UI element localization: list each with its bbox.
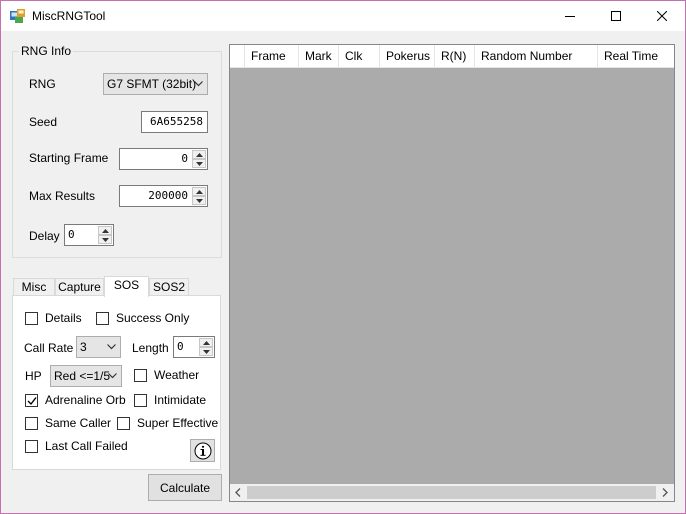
- weather-label: Weather: [154, 368, 200, 382]
- max-results-value: 200000: [148, 189, 188, 202]
- hp-label: HP: [25, 369, 42, 383]
- length-spin[interactable]: [199, 338, 213, 356]
- length-stepper[interactable]: 0: [173, 336, 215, 358]
- max-results-label: Max Results: [29, 189, 96, 203]
- close-icon: [657, 11, 667, 21]
- intimidate-label: Intimidate: [154, 393, 207, 407]
- tab-sos[interactable]: SOS: [104, 276, 149, 297]
- spin-up-button[interactable]: [192, 187, 206, 196]
- main-window: MiscRNGTool RNG Info RNG G7 SFMT (32bit)…: [0, 0, 686, 514]
- column-header[interactable]: R(N): [435, 45, 475, 68]
- row-header-column: [230, 45, 245, 68]
- app-icon: [10, 9, 25, 23]
- scroll-right-button[interactable]: [657, 484, 674, 501]
- delay-label: Delay: [29, 229, 60, 243]
- chevron-right-icon: [662, 488, 668, 497]
- chevron-down-icon: [196, 162, 203, 166]
- checkbox-box[interactable]: [25, 312, 38, 325]
- checkbox-box[interactable]: [134, 369, 147, 382]
- delay-stepper[interactable]: 0: [64, 224, 114, 246]
- chevron-up-icon: [203, 341, 210, 345]
- chevron-up-icon: [102, 229, 109, 233]
- length-value: 0: [177, 340, 184, 353]
- column-header[interactable]: Mark: [299, 45, 339, 68]
- rng-select-value: G7 SFMT (32bit): [107, 77, 197, 91]
- column-header[interactable]: Pokerus: [380, 45, 435, 68]
- rng-label: RNG: [29, 77, 56, 91]
- chevron-down-icon: [203, 350, 210, 354]
- minimize-icon: [565, 16, 575, 17]
- max-results-spin[interactable]: [192, 187, 206, 205]
- checkmark-icon: [27, 397, 37, 406]
- chevron-down-icon: [196, 199, 203, 203]
- starting-frame-spin[interactable]: [192, 150, 206, 168]
- maximize-icon: [611, 11, 621, 21]
- maximize-button[interactable]: [593, 1, 639, 31]
- column-header[interactable]: Real Time: [598, 45, 674, 68]
- minimize-button[interactable]: [547, 1, 593, 31]
- grid-header: Frame Mark Clk Pokerus R(N) Random Numbe…: [230, 45, 674, 68]
- last-call-failed-label: Last Call Failed: [45, 439, 128, 453]
- delay-value: 0: [68, 228, 75, 241]
- rng-info-legend: RNG Info: [21, 44, 72, 58]
- call-rate-select[interactable]: 3: [76, 336, 121, 358]
- adrenaline-orb-label: Adrenaline Orb: [45, 393, 126, 407]
- checkbox-box[interactable]: [96, 312, 109, 325]
- column-header[interactable]: Frame: [245, 45, 299, 68]
- title-bar: MiscRNGTool: [1, 1, 685, 31]
- max-results-stepper[interactable]: 200000: [119, 185, 208, 207]
- column-header[interactable]: Clk: [339, 45, 380, 68]
- chevron-up-icon: [196, 153, 203, 157]
- super-effective-label: Super Effective: [137, 416, 219, 430]
- delay-spin[interactable]: [98, 226, 112, 244]
- spin-up-button[interactable]: [192, 150, 206, 159]
- horizontal-scrollbar[interactable]: [230, 484, 674, 501]
- hp-value: Red <=1/5: [54, 369, 111, 383]
- chevron-down-icon: [102, 238, 109, 242]
- spin-down-button[interactable]: [199, 347, 213, 356]
- details-label: Details: [45, 311, 82, 325]
- checkbox-box[interactable]: [25, 440, 38, 453]
- chevron-down-icon: [194, 81, 203, 87]
- call-rate-label: Call Rate: [24, 341, 74, 355]
- rng-select[interactable]: G7 SFMT (32bit): [103, 73, 208, 95]
- window-title: MiscRNGTool: [32, 9, 106, 23]
- sos-tab-panel: Details Success Only Call Rate 3 Length …: [12, 295, 221, 470]
- chevron-down-icon: [108, 373, 117, 379]
- length-label: Length: [132, 341, 169, 355]
- same-caller-label: Same Caller: [45, 416, 112, 430]
- checkbox-box[interactable]: [134, 394, 147, 407]
- scrollbar-thumb[interactable]: [247, 486, 656, 499]
- column-header[interactable]: Random Number: [475, 45, 598, 68]
- close-button[interactable]: [639, 1, 685, 31]
- scroll-left-button[interactable]: [230, 484, 247, 501]
- spin-up-button[interactable]: [98, 226, 112, 235]
- spin-down-button[interactable]: [98, 235, 112, 244]
- hp-select[interactable]: Red <=1/5: [50, 365, 122, 387]
- chevron-up-icon: [196, 190, 203, 194]
- checkbox-box[interactable]: [117, 417, 130, 430]
- seed-label: Seed: [29, 115, 58, 129]
- spin-down-button[interactable]: [192, 159, 206, 168]
- call-rate-value: 3: [80, 340, 87, 354]
- spin-up-button[interactable]: [199, 338, 213, 347]
- starting-frame-label: Starting Frame: [29, 151, 109, 165]
- checkbox-box[interactable]: [25, 394, 38, 407]
- seed-input[interactable]: 6A655258: [141, 111, 208, 133]
- calculate-button[interactable]: Calculate: [148, 474, 222, 501]
- checkbox-box[interactable]: [25, 417, 38, 430]
- starting-frame-stepper[interactable]: 0: [119, 148, 208, 170]
- info-icon: [194, 442, 212, 460]
- info-button[interactable]: [190, 439, 215, 462]
- success-only-label: Success Only: [116, 311, 190, 325]
- starting-frame-value: 0: [181, 152, 188, 165]
- chevron-down-icon: [107, 344, 116, 350]
- results-grid[interactable]: Frame Mark Clk Pokerus R(N) Random Numbe…: [229, 44, 675, 502]
- chevron-left-icon: [235, 488, 241, 497]
- spin-down-button[interactable]: [192, 196, 206, 205]
